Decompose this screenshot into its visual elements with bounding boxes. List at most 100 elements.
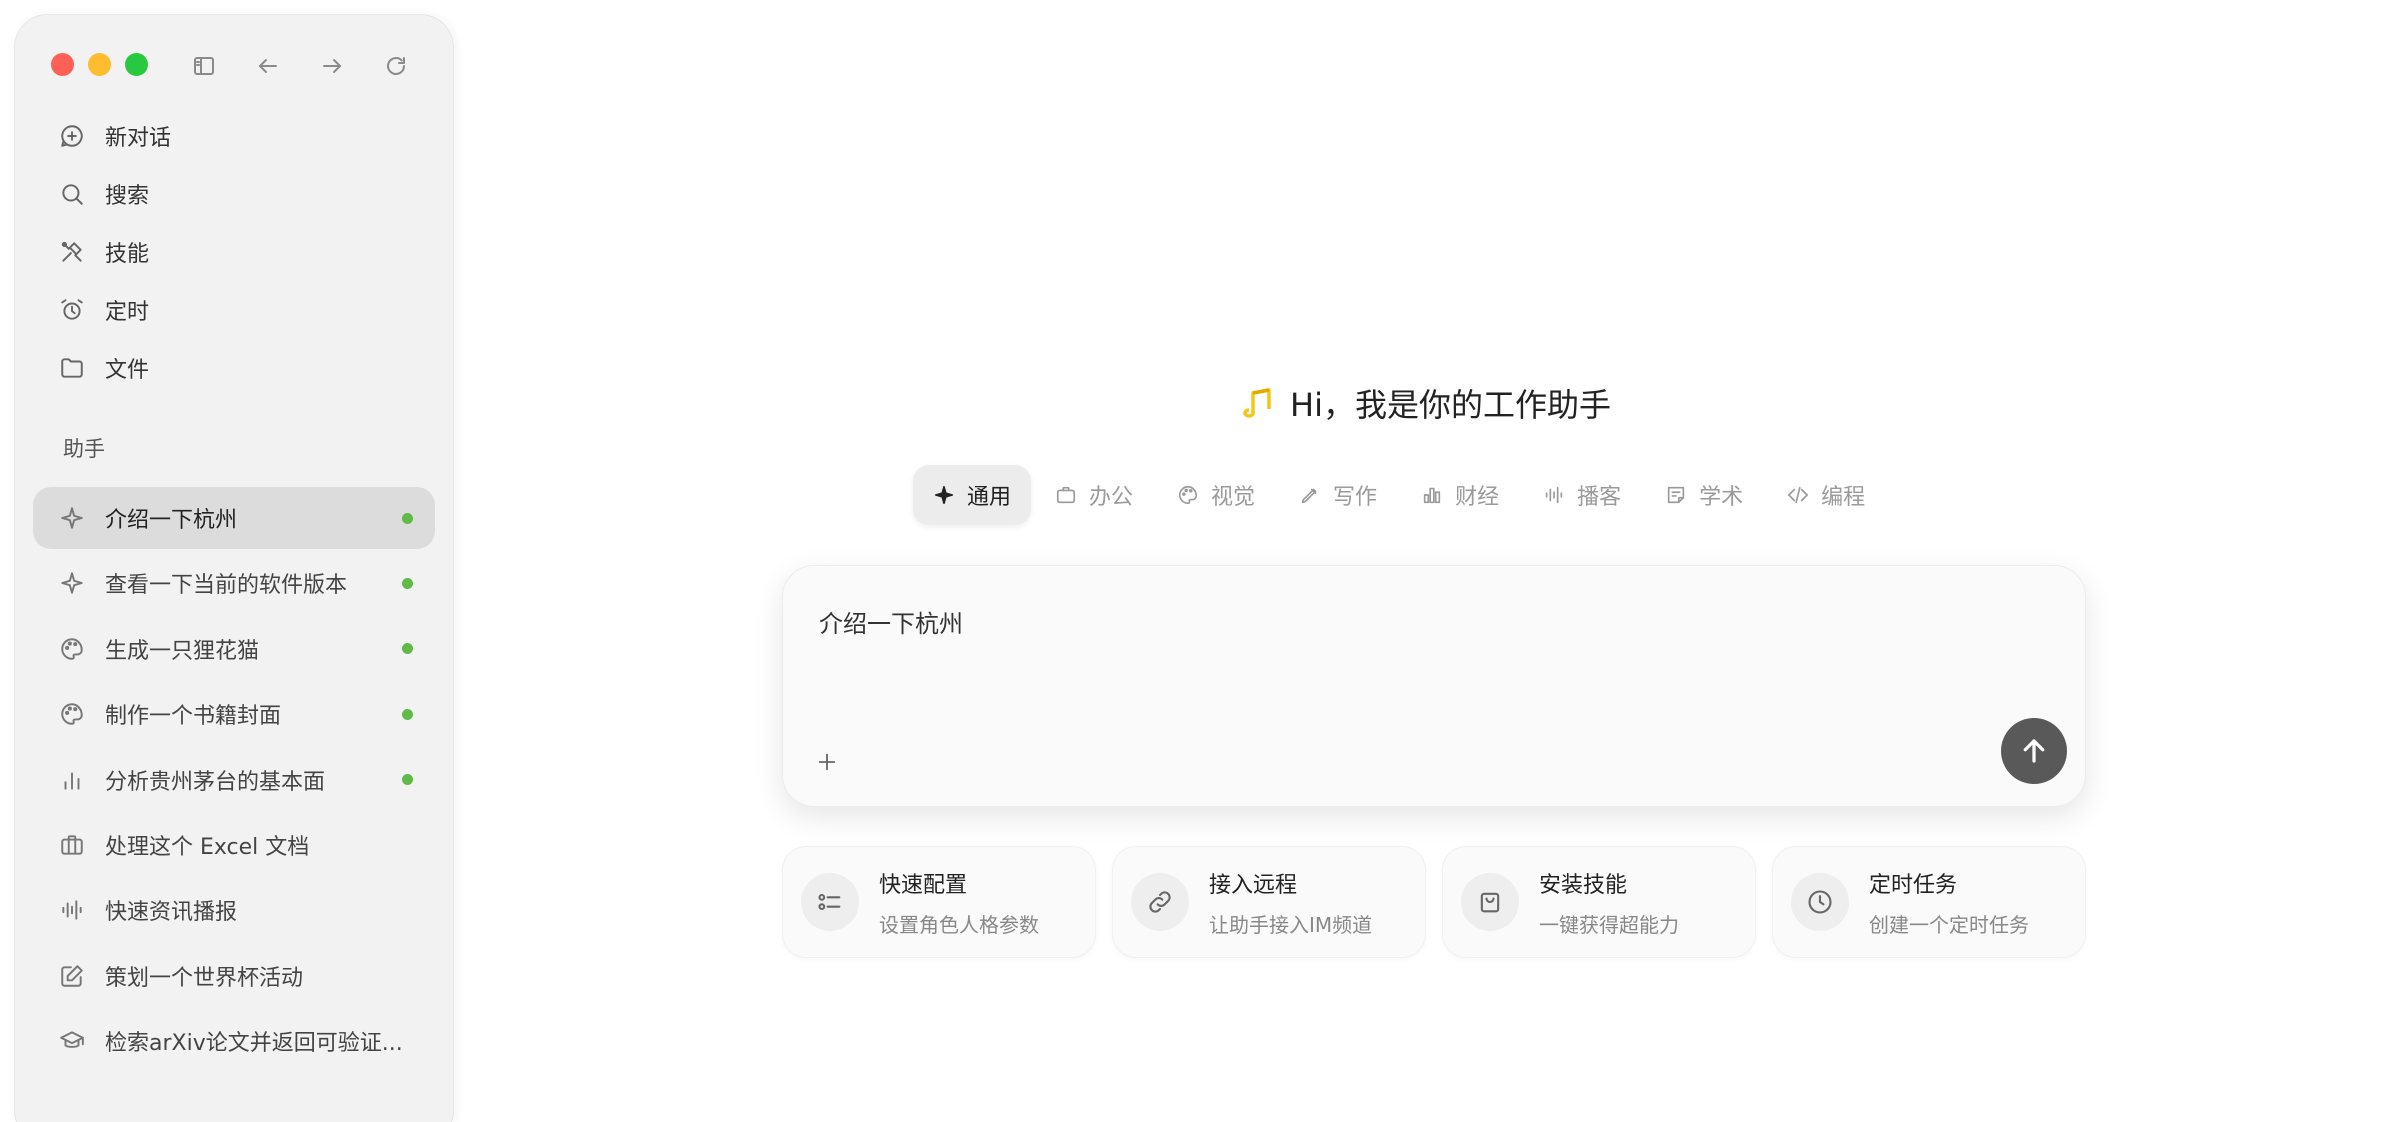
card-icon-wrap — [1131, 873, 1189, 931]
composer-input[interactable]: 介绍一下杭州 — [819, 604, 963, 639]
assistant-label: 快速资讯播报 — [105, 900, 238, 926]
greeting: Hi，我是你的工作助手 — [1240, 380, 1640, 426]
tab-label: 办公 — [1089, 485, 1134, 510]
scheduled-task-card[interactable]: 定时任务 创建一个定时任务 — [1772, 846, 2086, 958]
pen-icon — [1301, 488, 1317, 504]
assistant-item[interactable]: 查看一下当前的软件版本 — [33, 552, 435, 614]
nav-label: 新对话 — [105, 126, 172, 151]
plus-icon — [818, 753, 836, 771]
assistant-item[interactable]: 检索arXiv论文并返回可验证... — [33, 1010, 435, 1072]
new-chat-icon — [61, 125, 83, 147]
tab-coding[interactable]: 编程 — [1767, 465, 1885, 525]
tab-label: 播客 — [1577, 485, 1622, 510]
briefcase-icon — [61, 835, 83, 855]
close-window-button[interactable] — [51, 53, 74, 76]
graduation-cap-icon — [60, 1031, 84, 1049]
assistant-label: 处理这个 Excel 文档 — [105, 834, 310, 860]
card-title: 定时任务 — [1869, 872, 1958, 898]
nav-label: 搜索 — [105, 184, 150, 209]
toggle-sidebar-button[interactable] — [187, 49, 221, 83]
status-dot — [402, 577, 413, 589]
assistant-item[interactable]: 生成一只狸花猫 — [33, 618, 435, 680]
tab-academic[interactable]: 学术 — [1645, 465, 1763, 525]
assistant-label: 查看一下当前的软件版本 — [105, 573, 348, 599]
assistant-item[interactable]: 策划一个世界杯活动 — [33, 945, 435, 1007]
card-title: 快速配置 — [879, 872, 968, 898]
app-window: 新对话 搜索 技能 定时 文件 助手 介绍一下杭州 查看一下当前的软件版本 生成… — [0, 0, 2400, 1122]
assistant-item[interactable]: 处理这个 Excel 文档 — [33, 814, 435, 876]
briefcase-icon — [1056, 486, 1076, 504]
status-dot — [402, 774, 413, 786]
bar-chart-icon — [1423, 487, 1441, 504]
message-composer[interactable]: 介绍一下杭州 — [782, 565, 2086, 807]
minimize-window-button[interactable] — [88, 53, 111, 76]
tab-finance[interactable]: 财经 — [1401, 465, 1519, 525]
shopping-bag-icon — [1480, 892, 1500, 913]
card-icon-wrap — [801, 873, 859, 931]
send-button[interactable] — [2001, 718, 2067, 784]
tab-label: 视觉 — [1211, 485, 1256, 510]
window-controls — [51, 53, 148, 76]
bar-chart-icon — [64, 772, 80, 790]
assistant-item[interactable]: 快速资讯播报 — [33, 879, 435, 941]
attach-button[interactable] — [807, 742, 847, 782]
card-subtitle: 创建一个定时任务 — [1869, 912, 2029, 937]
nav-skills[interactable]: 技能 — [33, 223, 435, 281]
nav-new-chat[interactable]: 新对话 — [33, 107, 435, 165]
sparkle-icon — [61, 572, 83, 595]
tab-general[interactable]: 通用 — [913, 465, 1032, 525]
back-button[interactable] — [251, 49, 285, 83]
arrow-up-icon — [2023, 739, 2045, 763]
install-skills-card[interactable]: 安装技能 一键获得超能力 — [1442, 846, 1756, 958]
nav-schedule[interactable]: 定时 — [33, 281, 435, 339]
tab-writing[interactable]: 写作 — [1279, 465, 1397, 525]
zoom-window-button[interactable] — [125, 53, 148, 76]
card-title: 安装技能 — [1539, 872, 1628, 898]
arrow-left-icon — [259, 59, 277, 73]
card-subtitle: 一键获得超能力 — [1539, 912, 1679, 937]
tab-podcast[interactable]: 播客 — [1523, 465, 1641, 525]
card-icon-wrap — [1461, 873, 1519, 931]
tab-label: 财经 — [1455, 485, 1500, 510]
assistant-item[interactable]: 分析贵州茅台的基本面 — [33, 749, 435, 811]
alarm-clock-icon — [61, 299, 83, 320]
refresh-button[interactable] — [379, 49, 413, 83]
skills-tools-icon — [61, 241, 82, 262]
nav-label: 技能 — [105, 242, 150, 267]
quick-config-card[interactable]: 快速配置 设置角色人格参数 — [782, 846, 1096, 958]
edit-icon — [61, 965, 83, 987]
tab-label: 写作 — [1333, 485, 1378, 510]
sidebar-nav: 新对话 搜索 技能 定时 文件 — [33, 107, 435, 397]
nav-search[interactable]: 搜索 — [33, 165, 435, 223]
sparkle-icon — [934, 485, 954, 505]
status-dot — [402, 512, 413, 524]
assistant-item[interactable]: 介绍一下杭州 — [33, 487, 435, 549]
palette-icon — [61, 638, 83, 660]
quick-action-cards: 快速配置 设置角色人格参数 接入远程 让助手接入IM频道 安装技能 一键获得超能… — [782, 846, 2086, 958]
tab-vision[interactable]: 视觉 — [1157, 465, 1275, 525]
palette-icon — [61, 703, 83, 725]
assistant-label: 分析贵州茅台的基本面 — [105, 769, 326, 795]
window-toolbar — [187, 49, 413, 83]
tab-office[interactable]: 办公 — [1035, 465, 1153, 525]
card-title: 接入远程 — [1209, 872, 1298, 898]
assistant-label: 制作一个书籍封面 — [105, 704, 282, 730]
sidebar: 新对话 搜索 技能 定时 文件 助手 介绍一下杭州 查看一下当前的软件版本 生成… — [14, 14, 454, 1122]
category-tabs: 通用 办公 视觉 写作 财经 播客 学术 编程 — [913, 465, 1885, 525]
assistant-label: 生成一只狸花猫 — [105, 638, 260, 664]
status-dot — [402, 643, 413, 655]
forward-button[interactable] — [315, 49, 349, 83]
code-icon — [1788, 486, 1809, 504]
music-note-logo-icon — [1243, 388, 1271, 418]
remote-access-card[interactable]: 接入远程 让助手接入IM频道 — [1112, 846, 1426, 958]
assistant-label: 介绍一下杭州 — [105, 508, 238, 533]
sparkle-icon — [61, 507, 83, 529]
nav-label: 定时 — [105, 300, 150, 325]
greeting-text: Hi，我是你的工作助手 — [1290, 386, 1611, 424]
nav-files[interactable]: 文件 — [33, 339, 435, 397]
assistant-item[interactable]: 制作一个书籍封面 — [33, 683, 435, 745]
tab-label: 编程 — [1821, 485, 1866, 510]
link-icon — [1149, 891, 1171, 913]
arrow-right-icon — [323, 59, 341, 73]
card-icon-wrap — [1791, 873, 1849, 931]
